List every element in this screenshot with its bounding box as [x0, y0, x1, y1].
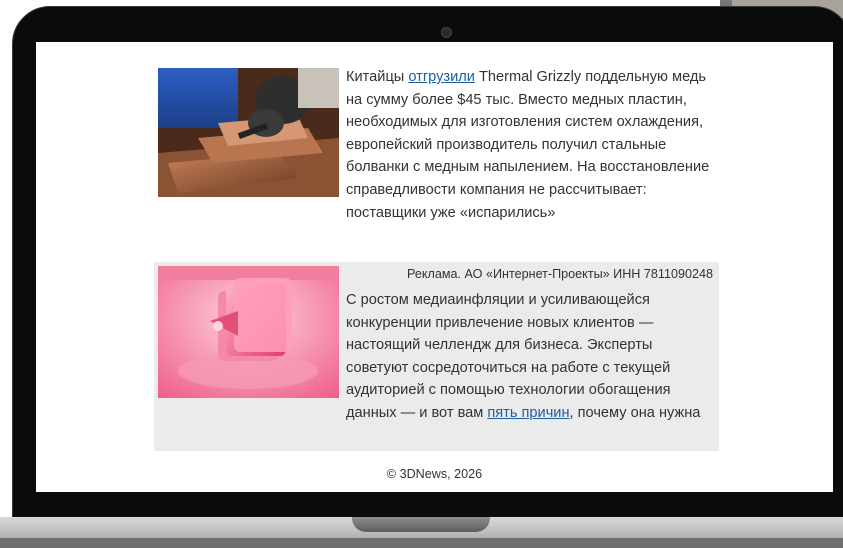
- ad-thumbnail[interactable]: [158, 266, 339, 398]
- ad-text-before: С ростом медиаинфляции и усиливающейся к…: [346, 292, 671, 421]
- ad-link[interactable]: пять причин: [487, 405, 569, 421]
- ad-text-after: , почему она нужна: [569, 404, 701, 421]
- pink-folder-image: [158, 266, 339, 398]
- webcam-icon: [441, 27, 452, 38]
- copper-plates-image: [158, 68, 339, 197]
- news-link[interactable]: отгрузили: [408, 69, 475, 85]
- ad-label: Реклама. АО «Интернет-Проекты» ИНН 78110…: [407, 267, 713, 281]
- ad-text: С ростом медиаинфляции и усиливающейся к…: [346, 289, 718, 425]
- laptop-base-shadow: [0, 538, 843, 548]
- laptop-notch: [352, 517, 490, 532]
- footer-copyright: © 3DNews, 2026: [386, 467, 483, 481]
- news-thumbnail[interactable]: [158, 68, 339, 197]
- news-text: Китайцы отгрузили Thermal Grizzly поддел…: [346, 66, 726, 224]
- ad-block: Реклама. АО «Интернет-Проекты» ИНН 78110…: [154, 262, 719, 451]
- news-text-before: Китайцы: [346, 69, 409, 85]
- news-text-after: Thermal Grizzly поддельную медь на сумму…: [346, 69, 710, 221]
- laptop-screen: Китайцы отгрузили Thermal Grizzly поддел…: [36, 42, 833, 492]
